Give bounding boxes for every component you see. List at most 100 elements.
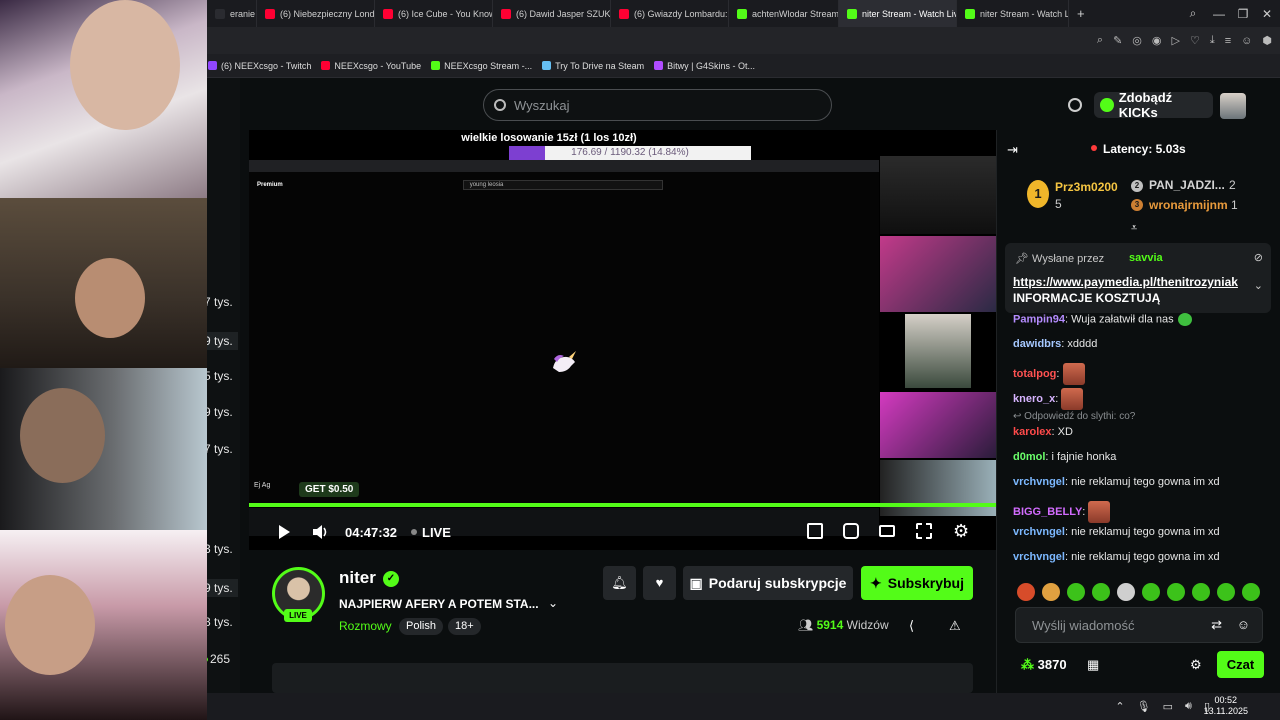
miniplayer-icon[interactable] [807,523,823,539]
bookmark-item[interactable]: Bitwy | G4Skins - Ot... [654,61,755,71]
shield-icon[interactable]: ◉ [1152,34,1162,47]
screenshot-icon[interactable]: ◎ [1132,34,1142,47]
search-input[interactable]: Wyszukaj [483,89,832,121]
share-icon[interactable]: ⟨ [909,618,914,634]
expand-pin-icon[interactable]: ⌄ [1254,279,1263,292]
notifications-button[interactable]: 🔔︎ [603,566,636,600]
bookmark-item[interactable]: NEEXcsgo - YouTube [321,61,421,71]
chat-message[interactable]: vrchvngel: nie reklamuj tego gowna im xd [1013,551,1220,563]
speaker-icon[interactable]: 🔊︎ [1185,700,1192,713]
chevron-down-icon[interactable]: ⌄ [548,596,558,610]
emote-9[interactable] [1217,583,1235,601]
emote-3[interactable] [1067,583,1085,601]
kicks-balance[interactable]: ⁂ 3870 [1021,657,1067,673]
pinned-by-user[interactable]: savvia [1129,252,1163,264]
edit-icon[interactable]: ✎ [1113,34,1122,47]
chat-username[interactable]: vrchvngel [1013,551,1065,563]
new-tab-button[interactable]: + [1069,0,1093,27]
chat-message[interactable]: knero_x: [1013,388,1084,410]
emote-6[interactable] [1142,583,1160,601]
browser-tab[interactable]: niter Stream - Watch Live [957,0,1069,27]
maximize-button[interactable]: ❐ [1230,0,1256,27]
chat-message[interactable]: karolex: XD [1013,426,1073,438]
gift-subs-button[interactable]: ▣ Podaruj subskrypcje [683,566,853,600]
leaderboard-user-2[interactable]: PAN_JADZI... [1149,178,1225,192]
emote-1[interactable] [1017,583,1035,601]
chat-message[interactable]: vrchvngel: nie reklamuj tego gowna im xd [1013,526,1220,538]
chat-username[interactable]: vrchvngel [1013,476,1065,488]
rewards-icon[interactable] [1068,98,1082,112]
gift-icon[interactable]: ▦ [1087,657,1099,673]
chat-message[interactable]: BIGG_BELLY: [1013,501,1111,523]
translate-icon[interactable]: ⇄ [1211,617,1222,633]
channel-name[interactable]: niter [339,568,376,588]
stream-category[interactable]: Rozmowy [339,619,392,633]
clip-icon[interactable] [843,523,859,539]
follow-button[interactable]: ♥ [643,566,676,600]
get-kicks-button[interactable]: Zdobądź KICKs [1094,90,1213,120]
video-player[interactable]: wielkie losowanie 15zł (1 los 10zł) 176.… [249,130,996,550]
settings-icon[interactable]: ⚙ [953,521,969,542]
chat-message[interactable]: d0mol: i fajnie honka [1013,451,1116,463]
chat-message[interactable]: Pampin94: Wuja załatwił dla nas [1013,313,1192,326]
menu-icon[interactable]: ≡ [1225,35,1231,47]
video-progress-line[interactable] [249,503,996,507]
chat-username[interactable]: totalpog [1013,368,1056,380]
chat-username[interactable]: vrchvngel [1013,526,1065,538]
extension-icon[interactable]: ⬢ [1262,34,1272,47]
leaderboard-user-3[interactable]: wronajrmijnm [1149,198,1228,212]
tag-language[interactable]: Polish [399,618,443,635]
send-chat-button[interactable]: Czat [1217,651,1264,678]
expand-leaderboard-icon[interactable]: ⩡ [1131,222,1137,235]
bookmark-item[interactable]: Try To Drive na Steam [542,61,644,71]
chat-username[interactable]: d0mol [1013,451,1045,463]
play-icon[interactable] [277,524,291,540]
reply-context[interactable]: ↩ Odpowiedź do slythi: co? [1013,411,1135,422]
emote-2[interactable] [1042,583,1060,601]
browser-tab[interactable]: niter Stream - Watch Live [839,0,957,27]
profile-icon[interactable]: ☺ [1241,35,1252,47]
heart-icon[interactable]: ♡ [1190,34,1200,47]
report-icon[interactable]: ⚠ [949,618,961,634]
hide-pin-icon[interactable]: ⊘ [1254,251,1263,264]
monitor-icon[interactable]: ▭ [1163,700,1173,713]
chat-message[interactable]: totalpog: [1013,363,1085,385]
emote-4[interactable] [1092,583,1110,601]
microphone-icon[interactable]: 🎙︎ [1137,700,1151,713]
emote-10[interactable] [1242,583,1260,601]
chat-input[interactable]: Wyślij wiadomość ⇄ ☺ [1015,607,1263,643]
chat-username[interactable]: Pampin94 [1013,313,1065,325]
emote-8[interactable] [1192,583,1210,601]
pinned-link[interactable]: https://www.paymedia.pl/thenitrozyniak [1013,275,1238,289]
minimize-button[interactable]: — [1206,0,1232,27]
leaderboard-user-1[interactable]: Prz3m0200 [1055,180,1118,194]
chat-username[interactable]: knero_x [1013,393,1055,405]
collapse-chat-icon[interactable]: ⇥ [1007,142,1018,158]
download-icon[interactable]: ⤓ [1210,34,1215,47]
chat-message[interactable]: dawidbrs: xdddd [1013,338,1097,350]
emote-5[interactable] [1117,583,1135,601]
chat-username[interactable]: BIGG_BELLY [1013,506,1082,518]
volume-icon[interactable] [312,524,330,540]
browser-tab[interactable]: (6) Gwiazdy Lombardu: Pa [611,0,729,27]
browser-tab[interactable]: eranie [207,0,257,27]
user-avatar[interactable] [1220,93,1246,119]
tag-age[interactable]: 18+ [448,618,481,635]
fullscreen-icon[interactable] [916,523,932,539]
bookmark-item[interactable]: NEEXcsgo Stream -... [431,61,532,71]
clock[interactable]: 00:52 13.11.2025 [1204,695,1248,717]
subscribe-button[interactable]: ✦ Subskrybuj [861,566,973,600]
chat-username[interactable]: dawidbrs [1013,338,1061,350]
play-icon[interactable]: ▷ [1172,34,1180,47]
chat-settings-icon[interactable]: ⚙ [1190,657,1202,673]
tray-chevron-icon[interactable]: ⌃ [1115,700,1124,713]
chat-username[interactable]: karolex [1013,426,1052,438]
theater-mode-icon[interactable] [879,525,895,537]
search-tabs-icon[interactable]: ⌕ [1180,0,1206,27]
close-window-button[interactable]: ✕ [1254,0,1280,27]
browser-tab[interactable]: (6) Dawid Jasper SZUKAN [493,0,611,27]
browser-tab[interactable]: (6) Niebezpieczny Londyn [257,0,375,27]
emoji-icon[interactable]: ☺ [1237,617,1250,632]
browser-tab[interactable]: achtenWlodar Stream - W [729,0,839,27]
chat-message[interactable]: vrchvngel: nie reklamuj tego gowna im xd [1013,476,1220,488]
